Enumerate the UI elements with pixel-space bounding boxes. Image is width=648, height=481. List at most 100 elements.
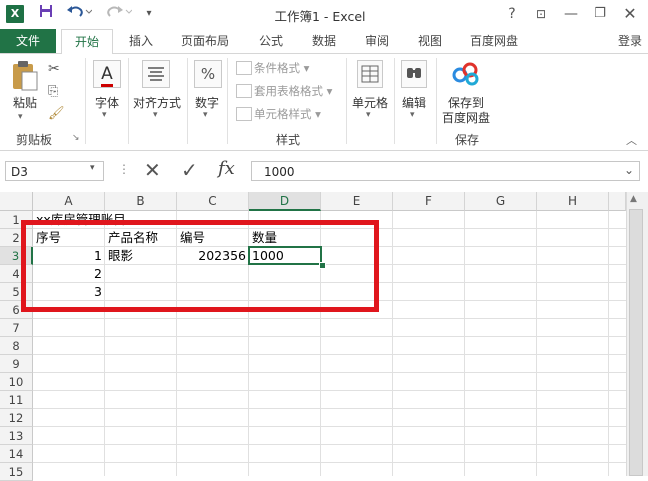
gridline — [33, 426, 626, 427]
window-title: 工作簿1 - Excel — [274, 9, 366, 24]
row-header[interactable]: 13 — [0, 427, 33, 445]
scroll-up-icon[interactable]: ▲ — [630, 194, 637, 204]
insert-function-icon[interactable]: fx — [218, 158, 235, 179]
ribbon-divider — [128, 58, 129, 144]
tab-baidu-netdisk[interactable]: 百度网盘 — [461, 29, 527, 53]
gridline — [464, 211, 465, 476]
cell-style-icon — [236, 107, 252, 121]
column-header-a[interactable]: A — [33, 192, 105, 211]
tab-review[interactable]: 审阅 — [354, 29, 400, 53]
gridline — [536, 211, 537, 476]
clipboard-group-label: 剪贴板 — [16, 133, 53, 147]
gridline — [33, 354, 626, 355]
alignment-button[interactable]: 对齐方式 — [131, 94, 183, 111]
clipboard-launcher-icon[interactable]: ↘ — [72, 133, 80, 143]
close-icon[interactable]: ✕ — [618, 3, 642, 25]
paste-button[interactable]: 粘贴 — [9, 94, 41, 111]
customize-quick-access-icon[interactable]: ▾ — [142, 4, 156, 24]
select-all-corner[interactable] — [0, 192, 33, 211]
undo-icon[interactable] — [64, 4, 94, 24]
font-dropdown-icon[interactable]: ▾ — [102, 110, 107, 120]
styles-group-label: 样式 — [276, 133, 301, 147]
number-button[interactable]: 数字 — [190, 94, 224, 111]
format-painter-icon[interactable]: 🖌 — [48, 106, 65, 121]
edit-button[interactable]: 编辑 — [398, 94, 430, 111]
gridline — [33, 336, 626, 337]
copy-icon[interactable]: ⎘ — [48, 84, 58, 99]
cells-button[interactable]: 单元格 — [350, 94, 390, 111]
gridline — [33, 318, 626, 319]
ribbon-divider — [187, 58, 188, 144]
table-format-icon — [236, 84, 252, 98]
number-format-icon[interactable]: % — [194, 60, 222, 88]
gridline — [33, 372, 626, 373]
help-button[interactable]: ? — [500, 3, 524, 25]
number-dropdown-icon[interactable]: ▾ — [203, 110, 208, 120]
tab-insert[interactable]: 插入 — [118, 29, 164, 53]
conditional-format-icon — [236, 61, 252, 75]
save-to-baidu-line2[interactable]: 百度网盘 — [438, 109, 494, 126]
ribbon-divider — [85, 58, 86, 144]
tab-view[interactable]: 视图 — [407, 29, 453, 53]
enter-icon[interactable]: ✓ — [181, 158, 198, 182]
gridline — [392, 211, 393, 476]
paste-dropdown-icon[interactable]: ▾ — [18, 112, 23, 122]
ribbon-divider — [227, 58, 228, 144]
save-group-label: 保存 — [455, 133, 480, 147]
row-header[interactable]: 8 — [0, 337, 33, 355]
annotation-highlight-box — [21, 220, 379, 312]
row-header[interactable]: 11 — [0, 391, 33, 409]
column-header-c[interactable]: C — [177, 192, 249, 211]
cells-dropdown-icon[interactable]: ▾ — [366, 110, 371, 120]
tab-data[interactable]: 数据 — [301, 29, 347, 53]
baidu-cloud-icon[interactable] — [450, 60, 482, 90]
column-header-e[interactable]: E — [321, 192, 393, 211]
font-button[interactable]: 字体 — [90, 94, 124, 111]
tab-home[interactable]: 开始 — [61, 29, 113, 55]
cells-icon[interactable] — [357, 60, 383, 88]
alignment-dropdown-icon[interactable]: ▾ — [153, 110, 158, 120]
tab-formulas[interactable]: 公式 — [248, 29, 294, 53]
minimize-icon[interactable]: — — [559, 3, 583, 25]
column-header-next[interactable] — [609, 192, 626, 211]
row-header[interactable]: 10 — [0, 373, 33, 391]
column-header-b[interactable]: B — [105, 192, 177, 211]
column-header-g[interactable]: G — [465, 192, 537, 211]
row-header[interactable]: 14 — [0, 445, 33, 463]
font-icon[interactable]: A — [93, 60, 121, 88]
collapse-ribbon-icon[interactable]: ︿ — [626, 132, 637, 148]
column-header-h[interactable]: H — [537, 192, 609, 211]
ribbon-divider — [346, 58, 347, 144]
align-icon[interactable] — [142, 60, 170, 88]
formula-bar-grip-icon: ⋮ — [118, 162, 130, 176]
edit-dropdown-icon[interactable]: ▾ — [410, 110, 415, 120]
row-header[interactable]: 15 — [0, 463, 33, 481]
row-header[interactable]: 9 — [0, 355, 33, 373]
paste-icon[interactable] — [10, 60, 40, 92]
ribbon-divider — [394, 58, 395, 144]
tab-page-layout[interactable]: 页面布局 — [172, 29, 238, 53]
cell-styles-button[interactable]: 单元格样式 ▾ — [254, 106, 321, 122]
restore-icon[interactable]: ❐ — [588, 3, 612, 25]
save-icon[interactable] — [36, 4, 56, 24]
column-header-f[interactable]: F — [393, 192, 465, 211]
scrollbar-thumb[interactable] — [629, 209, 643, 476]
gridline — [33, 462, 626, 463]
formula-input[interactable]: 1000 — [251, 161, 640, 181]
conditional-format-button[interactable]: 条件格式 ▾ — [254, 60, 309, 76]
tab-file[interactable]: 文件 — [0, 29, 56, 53]
ribbon-divider — [436, 58, 437, 144]
column-header-d[interactable]: D — [249, 192, 321, 211]
row-header[interactable]: 12 — [0, 409, 33, 427]
row-header[interactable]: 7 — [0, 319, 33, 337]
expand-formula-bar-icon[interactable]: ⌄ — [624, 163, 634, 177]
redo-icon[interactable] — [104, 4, 134, 24]
login-link[interactable]: 登录 — [612, 29, 648, 53]
find-icon[interactable] — [401, 60, 427, 88]
cut-icon[interactable]: ✂ — [48, 61, 60, 77]
ribbon-display-options-icon[interactable]: ⊡ — [529, 3, 553, 25]
name-box-dropdown-icon[interactable]: ▾ — [90, 163, 95, 173]
cancel-icon[interactable]: ✕ — [144, 158, 161, 182]
format-as-table-button[interactable]: 套用表格格式 ▾ — [254, 83, 332, 99]
gridline — [33, 444, 626, 445]
